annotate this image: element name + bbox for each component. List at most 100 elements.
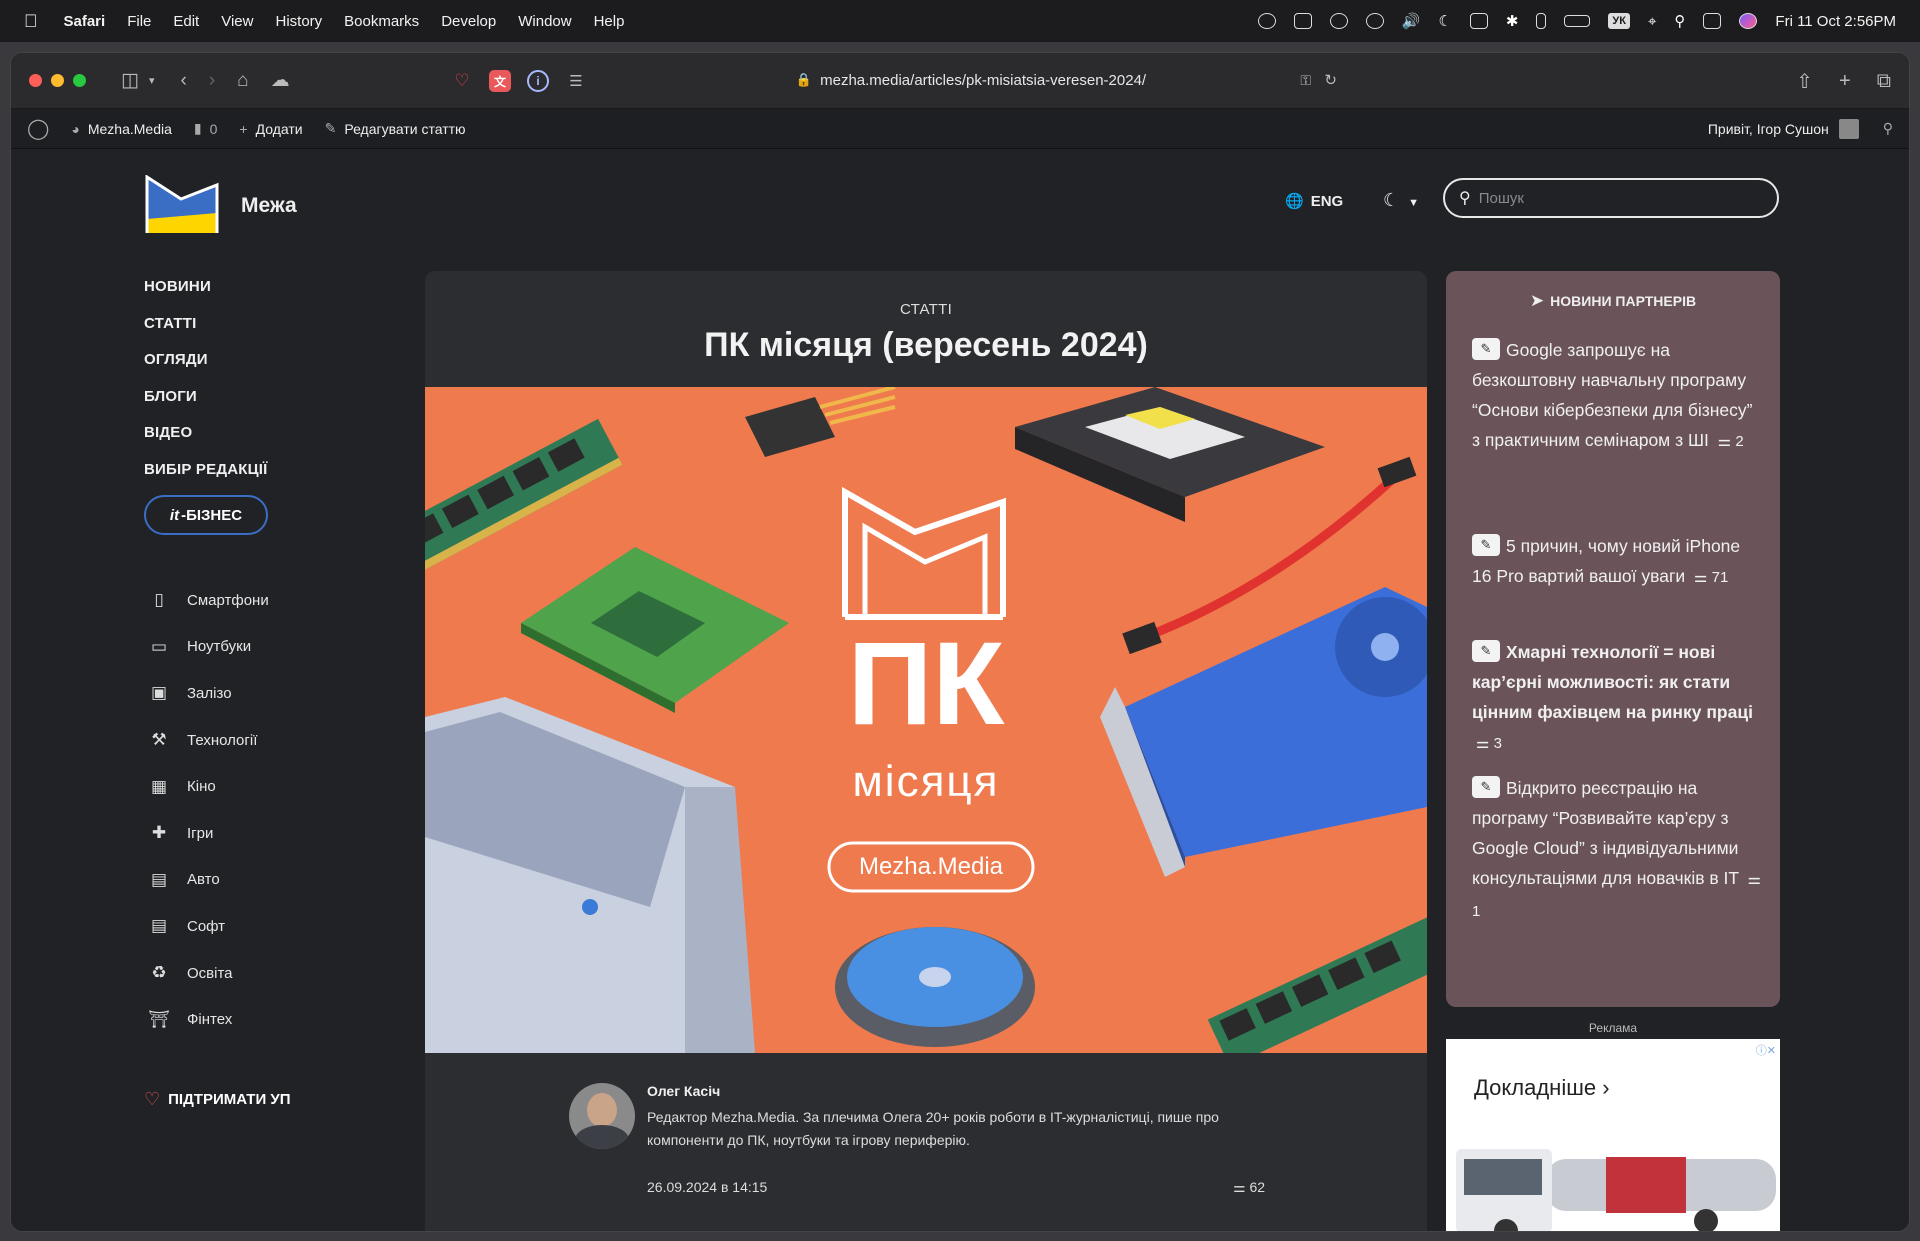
category-label: Ноутбуки (187, 638, 252, 656)
translate-icon[interactable]: ⚿ (1300, 72, 1311, 89)
article-kicker[interactable]: СТАТТІ (425, 301, 1427, 318)
pencil-icon[interactable]: ✎ (1472, 534, 1500, 557)
theme-toggle[interactable]: ☾ ▼ (1383, 190, 1419, 211)
pencil-icon[interactable]: ✎ (1472, 338, 1500, 361)
chevron-down-icon[interactable]: ▾ (149, 74, 155, 87)
category-cinema[interactable]: ▦ Кіно (147, 763, 269, 810)
wp-avatar[interactable] (1838, 118, 1859, 139)
share-icon[interactable]: ⇧ (1796, 69, 1813, 94)
category-label: Залізо (187, 684, 232, 702)
category-fintech[interactable]: ⛩ Фінтех (147, 996, 269, 1043)
category-software[interactable]: ▤ Софт (147, 903, 269, 950)
password-ext-icon[interactable]: i (527, 70, 549, 92)
wp-greeting[interactable]: Привіт, Ігор Сушон (1708, 121, 1829, 137)
menu-edit[interactable]: Edit (173, 13, 199, 30)
comments-icon: ⚌ (1233, 1179, 1246, 1195)
safari-window: ◫ ▾ ‹ › ⌂ ☁ ♡ 文 i ☰ 🔒 mezha.media/articl… (10, 52, 1910, 1232)
support-link[interactable]: ♡ ПІДТРИМАТИ УП (144, 1089, 291, 1110)
pencil-icon[interactable]: ✎ (1472, 776, 1500, 799)
nav-video[interactable]: ВІДЕО (144, 415, 267, 452)
sidebar-toggle-icon[interactable]: ◫ (121, 69, 139, 92)
reload-icon[interactable]: ↻ (1324, 71, 1337, 89)
category-technologies[interactable]: ⚒ Технології (147, 717, 269, 764)
article-hero-image: ПК місяця Mezha.Media (425, 387, 1427, 1053)
back-icon[interactable]: ‹ (180, 70, 186, 92)
address-bar[interactable]: 🔒 mezha.media/articles/pk-misiatsia-vere… (591, 61, 1351, 99)
wp-comments-link[interactable]: ▮ 0 (194, 120, 218, 137)
keyboard-layout-badge[interactable]: УК (1608, 13, 1630, 29)
author-name[interactable]: Олег Касіч (647, 1083, 1267, 1099)
moon-icon[interactable]: ☾ (1438, 12, 1451, 30)
wp-search-icon[interactable]: ⚲ (1883, 120, 1893, 137)
bluetooth-icon[interactable]: ✱ (1506, 12, 1519, 30)
ad-banner[interactable]: ⓘ✕ Докладніше › (1446, 1039, 1780, 1231)
minimize-window-button[interactable] (51, 74, 64, 87)
author-avatar[interactable] (569, 1083, 635, 1149)
partner-count-value: 3 (1493, 735, 1502, 752)
category-education[interactable]: ♻ Освіта (147, 950, 269, 997)
new-tab-icon[interactable]: + (1839, 70, 1851, 93)
browser-toolbar: ◫ ▾ ‹ › ⌂ ☁ ♡ 文 i ☰ 🔒 mezha.media/articl… (11, 53, 1909, 109)
language-switch[interactable]: 🌐 ENG (1285, 192, 1343, 211)
category-laptops[interactable]: ▭ Ноутбуки (147, 624, 269, 671)
nav-reviews[interactable]: ОГЛЯДИ (144, 342, 267, 379)
nav-blogs[interactable]: БЛОГИ (144, 379, 267, 416)
menu-app-name[interactable]: Safari (64, 13, 106, 30)
forward-icon[interactable]: › (209, 70, 215, 92)
menu-develop[interactable]: Develop (441, 13, 496, 30)
category-hardware[interactable]: ▣ Залізо (147, 670, 269, 717)
time-machine-icon[interactable] (1365, 13, 1384, 29)
partner-item-text[interactable]: Відкрито реєстрацію на програму “Розвива… (1472, 778, 1739, 888)
category-auto[interactable]: ▤ Авто (147, 857, 269, 904)
category-smartphones[interactable]: ▯ Смартфони (147, 577, 268, 624)
menu-view[interactable]: View (221, 13, 253, 30)
wp-add-link[interactable]: + Додати (239, 121, 302, 137)
wifi-icon[interactable]: ⌖ (1648, 13, 1656, 30)
partner-item-text[interactable]: Хмарні технології = нові кар’єрні можлив… (1472, 642, 1753, 722)
zoom-window-button[interactable] (73, 74, 86, 87)
spotlight-icon[interactable]: ⚲ (1674, 12, 1685, 30)
it-business-button[interactable]: it -БІЗНЕС (144, 495, 268, 535)
status-app-icon[interactable] (1257, 13, 1276, 29)
cloud-icon[interactable]: ☁ (271, 69, 290, 92)
wp-edit-link[interactable]: ✎ Редагувати статтю (325, 120, 466, 137)
article-comments[interactable]: ⚌ 62 (1233, 1179, 1265, 1196)
reader-icon[interactable]: ☰ (565, 70, 587, 92)
tabs-overview-icon[interactable]: ⧉ (1877, 70, 1891, 93)
partner-item-text[interactable]: Google запрошує на безкоштовну навчальну… (1472, 340, 1752, 450)
menubar-clock[interactable]: Fri 11 Oct 2:56PM (1775, 13, 1896, 30)
close-window-button[interactable] (29, 74, 42, 87)
pencil-icon[interactable]: ✎ (1472, 640, 1500, 663)
partner-item[interactable]: ✎ 5 причин, чому новий iPhone 16 Pro варт… (1472, 531, 1762, 593)
search-input[interactable] (1478, 189, 1759, 207)
menu-history[interactable]: History (275, 13, 322, 30)
menu-bookmarks[interactable]: Bookmarks (344, 13, 419, 30)
partner-item[interactable]: ✎ Відкрито реєстрацію на програму “Розвив… (1472, 773, 1762, 927)
siri-icon[interactable] (1739, 13, 1758, 29)
battery-icon[interactable] (1564, 15, 1591, 27)
home-icon[interactable]: ⌂ (237, 70, 248, 92)
site-logo[interactable]: Межа (143, 174, 297, 237)
translate-ext-icon[interactable]: 文 (489, 70, 511, 92)
url-text[interactable]: mezha.media/articles/pk-misiatsia-verese… (820, 72, 1146, 89)
nav-editors-choice[interactable]: ВИБІР РЕДАКЦІЇ (144, 452, 267, 489)
search-box[interactable]: ⚲ (1443, 178, 1779, 218)
volume-icon[interactable]: 🔊 (1402, 12, 1421, 30)
menu-window[interactable]: Window (518, 13, 571, 30)
status-sync-icon[interactable] (1329, 13, 1348, 29)
partner-item[interactable]: ✎ Хмарні технології = нові кар’єрні можли… (1472, 637, 1762, 759)
apple-icon[interactable]:  (24, 11, 38, 32)
menu-file[interactable]: File (127, 13, 151, 30)
phone-icon[interactable] (1536, 13, 1547, 29)
wordpress-icon[interactable]: ◯ (27, 116, 49, 141)
category-games[interactable]: ✚ Ігри (147, 810, 269, 857)
nav-articles[interactable]: СТАТТІ (144, 306, 267, 343)
pocket-icon[interactable]: ♡ (451, 70, 473, 92)
control-center-icon[interactable] (1703, 13, 1722, 29)
status-drive-icon[interactable] (1293, 13, 1312, 29)
display-icon[interactable] (1469, 13, 1488, 29)
partner-item[interactable]: ✎ Google запрошує на безкоштовну навчальн… (1472, 335, 1762, 457)
wp-site-link[interactable]: ◕ Mezha.Media (71, 121, 172, 137)
menu-help[interactable]: Help (594, 13, 625, 30)
nav-news[interactable]: НОВИНИ (144, 269, 267, 306)
